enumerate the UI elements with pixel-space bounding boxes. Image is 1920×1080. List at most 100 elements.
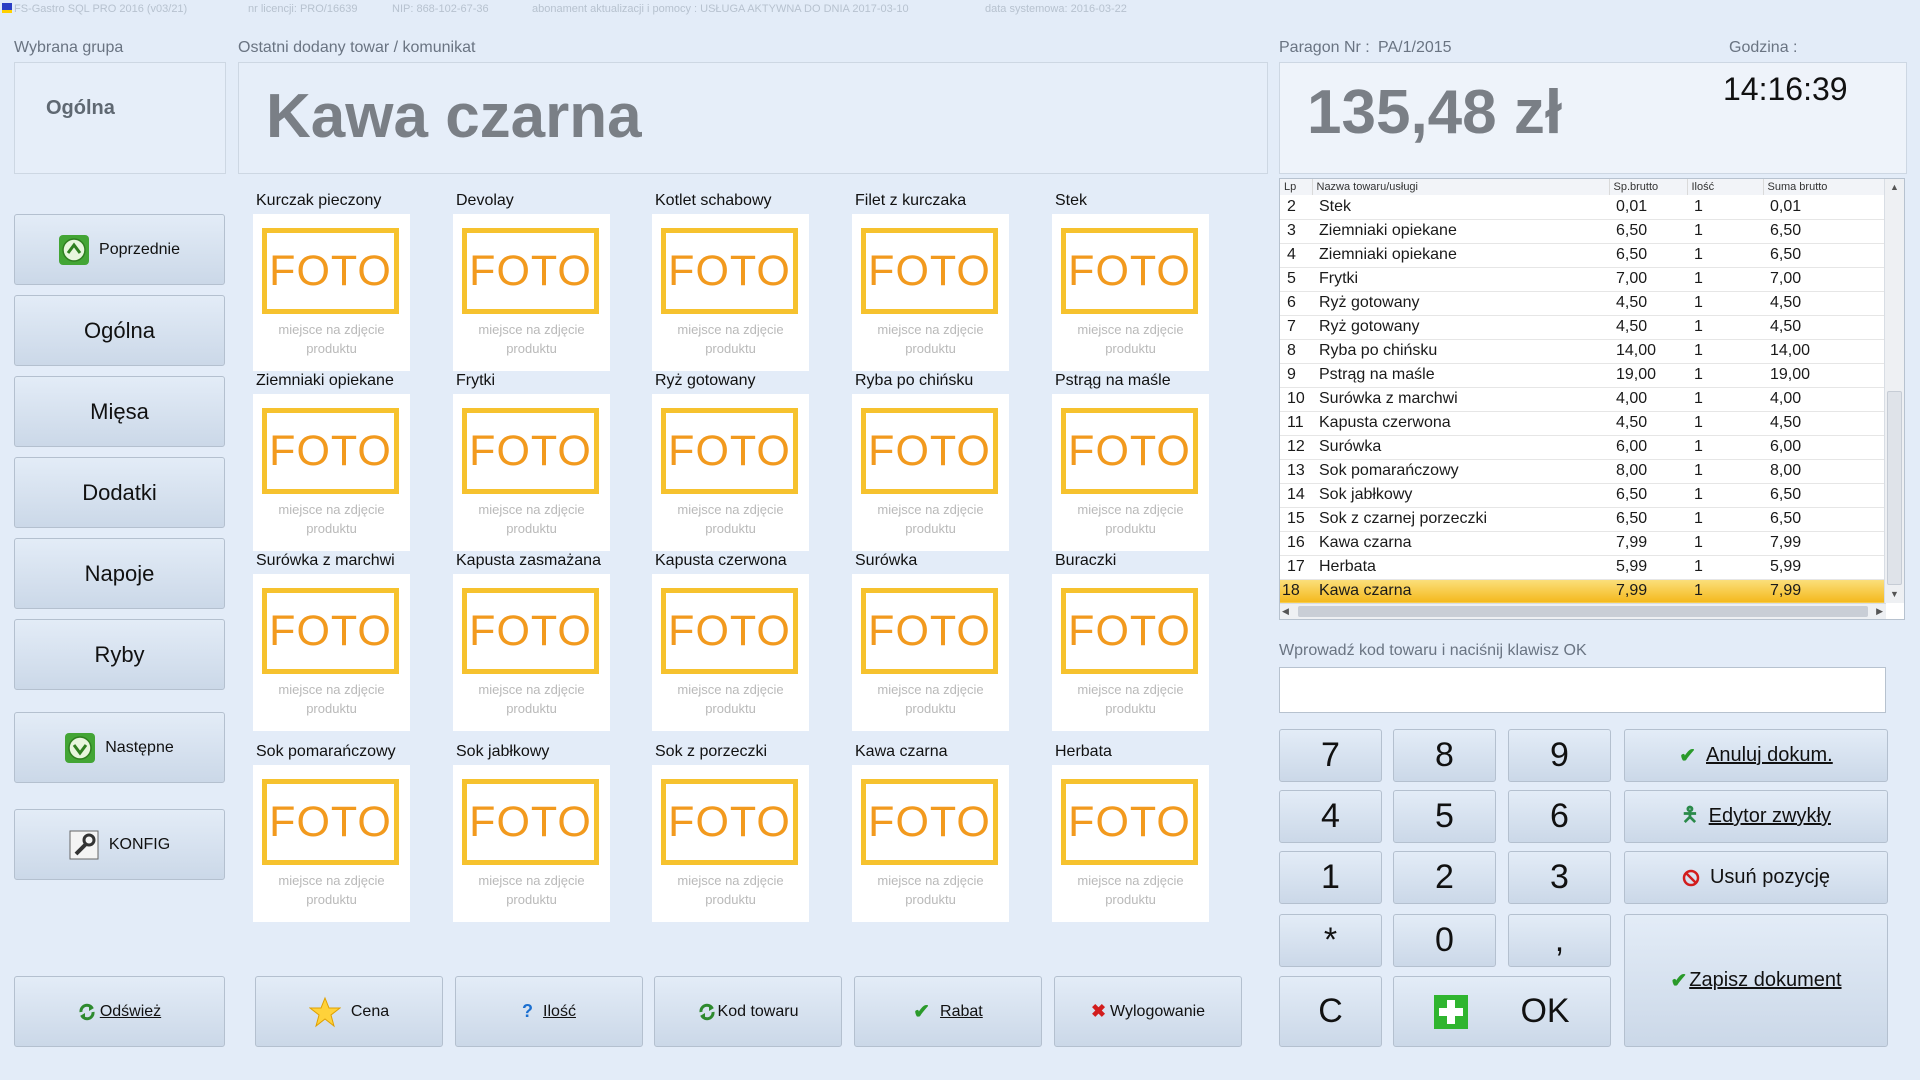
col-header-sum[interactable]: Suma brutto [1763,179,1885,195]
table-row[interactable]: 17 Herbata 5,99 1 5,99 [1280,555,1884,580]
ok-button[interactable]: OK [1393,976,1611,1047]
numpad-key-3[interactable]: 3 [1508,851,1611,904]
numpad-key-2[interactable]: 2 [1393,851,1496,904]
cell-sum: 7,00 [1763,267,1884,292]
col-header-name[interactable]: Nazwa towaru/usługi [1312,179,1610,195]
table-row[interactable]: 10 Surówka z marchwi 4,00 1 4,00 [1280,387,1884,412]
numpad-key-comma[interactable]: , [1508,914,1611,967]
group-button-ryby[interactable]: Ryby [14,619,225,690]
table-row[interactable]: 7 Ryż gotowany 4,50 1 4,50 [1280,315,1884,340]
cancel-document-button[interactable]: ✔ Anuluj dokum. [1624,729,1888,782]
table-horizontal-scrollbar[interactable]: ◀ ▶ [1280,603,1886,619]
numpad-key-5[interactable]: 5 [1393,790,1496,843]
photo-placeholder: FOTO [462,779,599,865]
table-row[interactable]: 16 Kawa czarna 7,99 1 7,99 [1280,531,1884,556]
group-button-napoje[interactable]: Napoje [14,538,225,609]
save-document-button[interactable]: ✔ Zapisz dokument [1624,914,1888,1047]
group-button-dodatki[interactable]: Dodatki [14,457,225,528]
scroll-right-icon[interactable]: ▶ [1876,604,1883,619]
numpad-key-1[interactable]: 1 [1279,851,1382,904]
table-row[interactable]: 14 Sok jabłkowy 6,50 1 6,50 [1280,483,1884,508]
numpad-key-4[interactable]: 4 [1279,790,1382,843]
scroll-up-icon[interactable]: ▲ [1885,179,1904,196]
checkmark-icon: ✔ [913,1001,931,1023]
app-title: FS-Gastro SQL PRO 2016 (v03/21) [14,3,188,15]
col-header-lp[interactable]: Lp [1280,179,1313,195]
product-tile[interactable]: FOTO miejsce na zdjęcie produktu [1052,214,1209,371]
photo-caption: miejsce na zdjęcie produktu [1077,873,1184,907]
code-input[interactable] [1279,667,1886,713]
cell-sum: 19,00 [1763,363,1884,388]
next-button[interactable]: Następne [14,712,225,783]
product-tile[interactable]: FOTO miejsce na zdjęcie produktu [453,765,610,922]
product-tile[interactable]: FOTO miejsce na zdjęcie produktu [253,394,410,551]
numpad-key-9[interactable]: 9 [1508,729,1611,782]
cell-lp: 10 [1280,387,1312,412]
discount-button[interactable]: ✔ Rabat [854,976,1042,1047]
product-name: Frytki [456,372,496,389]
refresh-button[interactable]: Odśwież [14,976,225,1047]
hscroll-thumb[interactable] [1298,606,1868,617]
scroll-left-icon[interactable]: ◀ [1282,604,1289,619]
product-tile[interactable]: FOTO miejsce na zdjęcie produktu [1052,765,1209,922]
table-vertical-scrollbar[interactable]: ▲ ▼ [1884,179,1904,603]
product-tile[interactable]: FOTO miejsce na zdjęcie produktu [453,574,610,731]
product-tile[interactable]: FOTO miejsce na zdjęcie produktu [852,214,1009,371]
numpad-key-8[interactable]: 8 [1393,729,1496,782]
table-row[interactable]: 18 Kawa czarna 7,99 1 7,99 [1280,579,1884,604]
cell-qty: 1 [1687,363,1763,388]
product-tile[interactable]: FOTO miejsce na zdjęcie produktu [652,574,809,731]
numpad-key-7[interactable]: 7 [1279,729,1382,782]
cell-name: Herbata [1312,555,1609,580]
product-tile[interactable]: FOTO miejsce na zdjęcie produktu [652,394,809,551]
product-tile[interactable]: FOTO miejsce na zdjęcie produktu [1052,394,1209,551]
table-row[interactable]: 12 Surówka 6,00 1 6,00 [1280,435,1884,460]
product-tile[interactable]: FOTO miejsce na zdjęcie produktu [253,574,410,731]
config-button[interactable]: KONFIG [14,809,225,880]
wrench-icon [69,830,99,860]
table-row[interactable]: 4 Ziemniaki opiekane 6,50 1 6,50 [1280,243,1884,268]
item-code-button[interactable]: Kod towaru [654,976,842,1047]
product-tile[interactable]: FOTO miejsce na zdjęcie produktu [852,765,1009,922]
table-row[interactable]: 2 Stek 0,01 1 0,01 [1280,195,1884,220]
product-tile[interactable]: FOTO miejsce na zdjęcie produktu [1052,574,1209,731]
scroll-thumb[interactable] [1887,391,1902,585]
receipt-total: 135,48 zł [1307,78,1563,147]
product-tile[interactable]: FOTO miejsce na zdjęcie produktu [652,765,809,922]
numpad-key-c[interactable]: C [1279,976,1382,1047]
price-button[interactable]: Cena [255,976,443,1047]
group-button-miesa[interactable]: Mięsa [14,376,225,447]
quantity-button[interactable]: ? Ilość [455,976,643,1047]
col-header-price[interactable]: Sp.brutto [1609,179,1688,195]
table-row[interactable]: 3 Ziemniaki opiekane 6,50 1 6,50 [1280,219,1884,244]
scroll-down-icon[interactable]: ▼ [1885,586,1904,603]
product-tile[interactable]: FOTO miejsce na zdjęcie produktu [852,394,1009,551]
refresh-icon [78,1003,96,1021]
table-row[interactable]: 5 Frytki 7,00 1 7,00 [1280,267,1884,292]
logout-button[interactable]: ✖ Wylogowanie [1054,976,1242,1047]
product-tile[interactable]: FOTO miejsce na zdjęcie produktu [253,765,410,922]
product-name: Sok jabłkowy [456,743,550,760]
product-tile[interactable]: FOTO miejsce na zdjęcie produktu [253,214,410,371]
product-tile[interactable]: FOTO miejsce na zdjęcie produktu [453,394,610,551]
table-row[interactable]: 11 Kapusta czerwona 4,50 1 4,50 [1280,411,1884,436]
checkmark-icon: ✔ [1670,970,1688,992]
remove-item-button[interactable]: Usuń pozycję [1624,851,1888,904]
table-row[interactable]: 9 Pstrąg na maśle 19,00 1 19,00 [1280,363,1884,388]
table-row[interactable]: 15 Sok z czarnej porzeczki 6,50 1 6,50 [1280,507,1884,532]
product-tile[interactable]: FOTO miejsce na zdjęcie produktu [852,574,1009,731]
numpad-key-6[interactable]: 6 [1508,790,1611,843]
group-button-ogolna[interactable]: Ogólna [14,295,225,366]
cell-price: 4,00 [1609,387,1687,412]
product-tile[interactable]: FOTO miejsce na zdjęcie produktu [453,214,610,371]
previous-button[interactable]: Poprzednie [14,214,225,285]
col-header-qty[interactable]: Ilość [1687,179,1764,195]
numpad-key-0[interactable]: 0 [1393,914,1496,967]
editor-button[interactable]: 🯅 Edytor zwykły [1624,790,1888,843]
table-row[interactable]: 13 Sok pomarańczowy 8,00 1 8,00 [1280,459,1884,484]
table-row[interactable]: 8 Ryba po chińsku 14,00 1 14,00 [1280,339,1884,364]
numpad-key-asterisk[interactable]: * [1279,914,1382,967]
photo-caption: miejsce na zdjęcie produktu [1077,502,1184,536]
product-tile[interactable]: FOTO miejsce na zdjęcie produktu [652,214,809,371]
table-row[interactable]: 6 Ryż gotowany 4,50 1 4,50 [1280,291,1884,316]
